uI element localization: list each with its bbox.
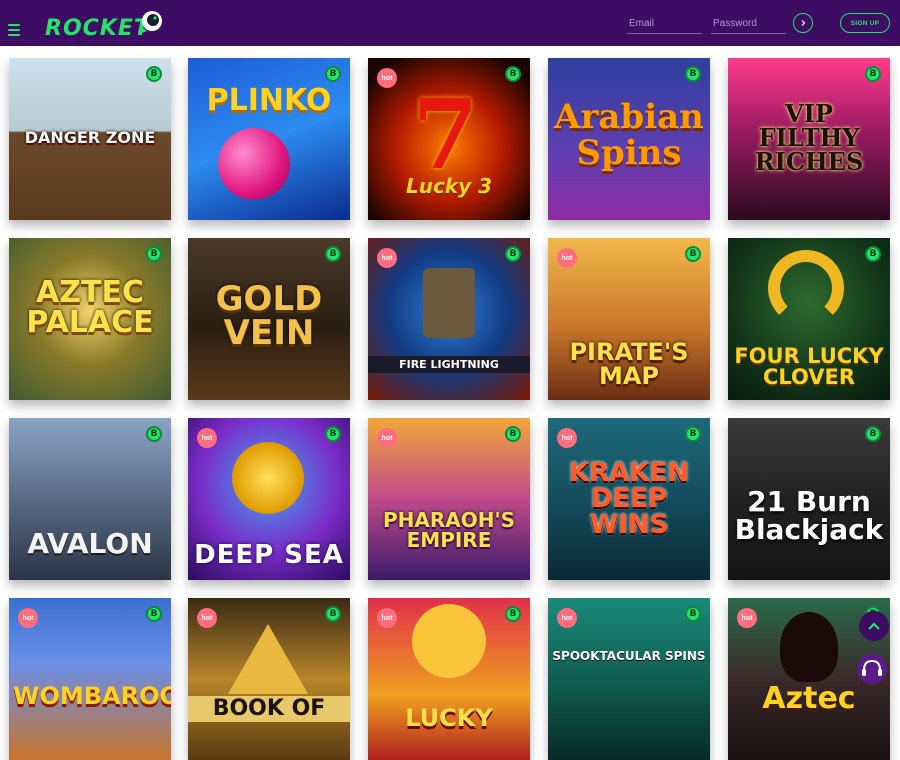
game-title: AZTEC PALACE	[26, 275, 154, 340]
hamburger-menu-icon[interactable]	[8, 24, 20, 36]
bitcoin-icon: B	[146, 246, 162, 262]
ball-image	[218, 128, 290, 200]
game-tile[interactable]: WOMBAROO hot B	[9, 598, 171, 760]
bitcoin-icon: B	[505, 426, 521, 442]
game-title: Arabian Spins	[554, 97, 704, 173]
hot-badge: hot	[377, 608, 397, 628]
hot-badge: hot	[377, 248, 397, 268]
game-title: AVALON	[27, 527, 153, 560]
bitcoin-icon: B	[325, 606, 341, 622]
bitcoin-icon: B	[325, 426, 341, 442]
game-tile[interactable]: SPOOKTACULAR SPINS hot B	[548, 598, 710, 760]
game-title: FIRE LIGHTNING	[368, 356, 530, 373]
password-input[interactable]	[711, 13, 790, 34]
horseshoe-image	[768, 250, 844, 326]
shell-image	[226, 436, 310, 520]
hot-badge: hot	[18, 608, 38, 628]
game-title: 21 Burn Blackjack	[734, 485, 884, 546]
bitcoin-icon: B	[865, 246, 881, 262]
scroll-to-top-button[interactable]	[859, 611, 889, 641]
game-title: BOOK OF	[188, 696, 350, 722]
hot-badge: hot	[197, 428, 217, 448]
bitcoin-icon: B	[146, 426, 162, 442]
lucky-cat-image	[412, 604, 486, 678]
game-tile[interactable]: DEEP SEA hot B	[188, 418, 350, 580]
brand-logo[interactable]: ROCKET	[45, 16, 150, 41]
pyramid-image	[228, 624, 308, 694]
bitcoin-icon: B	[505, 66, 521, 82]
bitcoin-icon: B	[685, 66, 701, 82]
bitcoin-icon: B	[685, 426, 701, 442]
chevron-up-icon	[868, 622, 880, 630]
bitcoin-icon: B	[505, 246, 521, 262]
bitcoin-icon: B	[685, 246, 701, 262]
bitcoin-icon: B	[325, 66, 341, 82]
game-title: PLINKO	[206, 83, 332, 118]
login-submit-button[interactable]	[793, 13, 813, 33]
hot-badge: hot	[737, 608, 757, 628]
hot-badge: hot	[557, 428, 577, 448]
game-title: KRAKEN DEEP WINS	[569, 458, 689, 540]
hot-badge: hot	[557, 608, 577, 628]
game-tile[interactable]: KRAKEN DEEP WINS hot B	[548, 418, 710, 580]
game-title: FOUR LUCKY CLOVER	[734, 344, 884, 389]
hot-badge: hot	[377, 428, 397, 448]
email-input[interactable]	[627, 13, 706, 34]
bitcoin-icon: B	[865, 426, 881, 442]
game-tile[interactable]: AZTEC PALACE B	[9, 238, 171, 400]
game-title: WOMBAROO	[13, 682, 171, 710]
game-title: LUCKY	[405, 704, 493, 732]
chevron-right-icon	[801, 20, 806, 26]
game-tile[interactable]: PIRATE'S MAP hot B	[548, 238, 710, 400]
game-title: DEEP SEA	[194, 540, 344, 570]
game-title: GOLD VEIN	[215, 279, 323, 353]
game-tile[interactable]: 21 Burn Blackjack B	[728, 418, 890, 580]
bitcoin-icon: B	[685, 606, 701, 622]
password-field[interactable]	[711, 13, 790, 34]
bitcoin-icon: B	[146, 606, 162, 622]
game-title: Lucky 3	[405, 174, 493, 198]
bitcoin-icon: B	[865, 66, 881, 82]
top-bar: ROCKET SIGN UP	[0, 0, 900, 46]
headset-support-icon[interactable]	[853, 651, 891, 687]
game-tile[interactable]: FOUR LUCKY CLOVER B	[728, 238, 890, 400]
mask-image	[423, 268, 475, 338]
game-tile[interactable]: VIP FILTHY RICHES B	[728, 58, 890, 220]
game-title: VIP FILTHY RICHES	[754, 99, 864, 176]
bitcoin-icon: B	[146, 66, 162, 82]
game-tile[interactable]: PLINKO B	[188, 58, 350, 220]
game-title: PIRATE'S MAP	[569, 338, 689, 390]
email-field[interactable]	[627, 13, 706, 34]
hot-badge: hot	[197, 608, 217, 628]
bitcoin-icon: B	[325, 246, 341, 262]
game-tile[interactable]: GOLD VEIN B	[188, 238, 350, 400]
game-title: PHARAOH'S EMPIRE	[382, 508, 516, 552]
game-tile[interactable]: AVALON B	[9, 418, 171, 580]
game-tile[interactable]: PHARAOH'S EMPIRE hot B	[368, 418, 530, 580]
game-title: Aztec	[762, 681, 856, 716]
astronaut-mascot-icon	[139, 11, 162, 34]
game-tile[interactable]: DANGER ZONE B	[9, 58, 171, 220]
game-title: DANGER ZONE	[24, 128, 156, 147]
game-tile[interactable]: LUCKY hot B	[368, 598, 530, 760]
bitcoin-icon: B	[505, 606, 521, 622]
game-tile[interactable]: 7 Lucky 3 hot B	[368, 58, 530, 220]
hot-badge: hot	[557, 248, 577, 268]
game-tile[interactable]: BOOK OF hot B	[188, 598, 350, 760]
signup-button[interactable]: SIGN UP	[840, 13, 890, 33]
portrait-image	[780, 612, 838, 682]
hot-badge: hot	[377, 68, 397, 88]
game-title-line: SPOOKTACULAR SPINS	[552, 649, 706, 663]
game-tile[interactable]: FIRE LIGHTNING hot B	[368, 238, 530, 400]
game-tile[interactable]: Arabian Spins B	[548, 58, 710, 220]
